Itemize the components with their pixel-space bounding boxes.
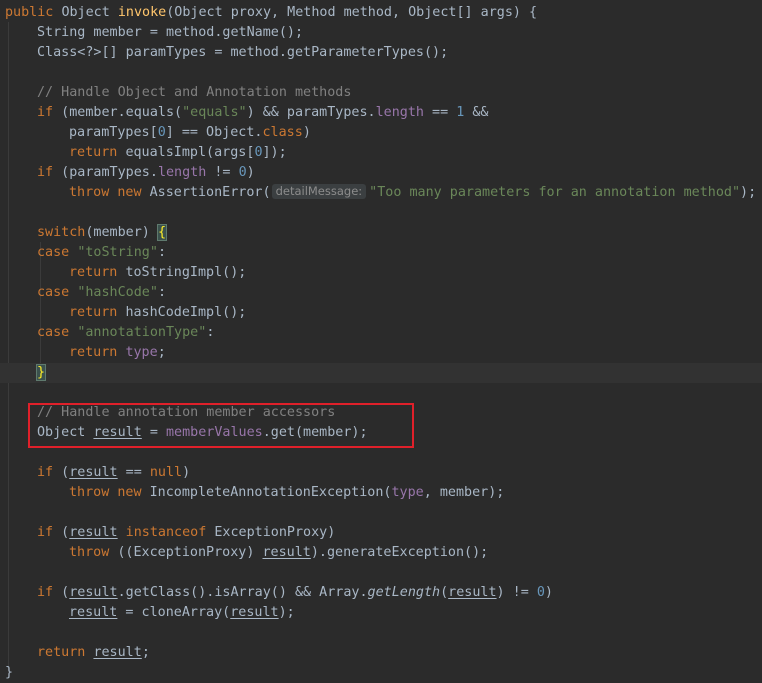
code-line-2: String member = method.getName(); (37, 25, 304, 40)
matched-brace: { (156, 224, 168, 241)
code-line-13: case "toString": (37, 245, 166, 260)
code-line-7: paramTypes[0] == Object.class) (69, 125, 311, 140)
code-line-25: throw new IncompleteAnnotationException(… (69, 485, 505, 500)
code-line-16: return hashCodeImpl(); (69, 305, 247, 320)
code-line-6: if (member.equals("equals") && paramType… (37, 105, 489, 120)
code-line-33: return result; (37, 645, 150, 660)
code-line-9: if (paramTypes.length != 0) (37, 165, 255, 180)
code-line-8: return equalsImpl(args[0]); (69, 145, 287, 160)
code-line-10: throw new AssertionError(detailMessage: "… (69, 184, 757, 200)
code-line-34: } (5, 665, 14, 680)
code-line-30: if (result.getClass().isArray() && Array… (37, 585, 553, 600)
code-line-5: // Handle Object and Annotation methods (37, 85, 352, 100)
code-line-12: switch(member) { (37, 224, 168, 241)
code-line-28: throw ((ExceptionProxy) result).generate… (69, 545, 489, 560)
code-editor[interactable]: public Object invoke(Object proxy, Metho… (0, 0, 762, 680)
code-line-18: return type; (69, 345, 166, 360)
code-line-17: case "annotationType": (37, 325, 215, 340)
code-line-1: public Object invoke(Object proxy, Metho… (5, 5, 538, 20)
code-line-31: result = cloneArray(result); (69, 605, 295, 620)
code-line-27: if (result instanceof ExceptionProxy) (37, 525, 336, 540)
matched-brace: } (35, 364, 47, 381)
code-line-24: if (result == null) (37, 465, 191, 480)
code-line-19: } (0, 363, 762, 383)
code-line-15: case "hashCode": (37, 285, 166, 300)
parameter-hint: detailMessage: (271, 184, 367, 199)
highlight-box (28, 403, 414, 448)
code-line-3: Class<?>[] paramTypes = method.getParame… (37, 45, 449, 60)
code-line-14: return toStringImpl(); (69, 265, 247, 280)
